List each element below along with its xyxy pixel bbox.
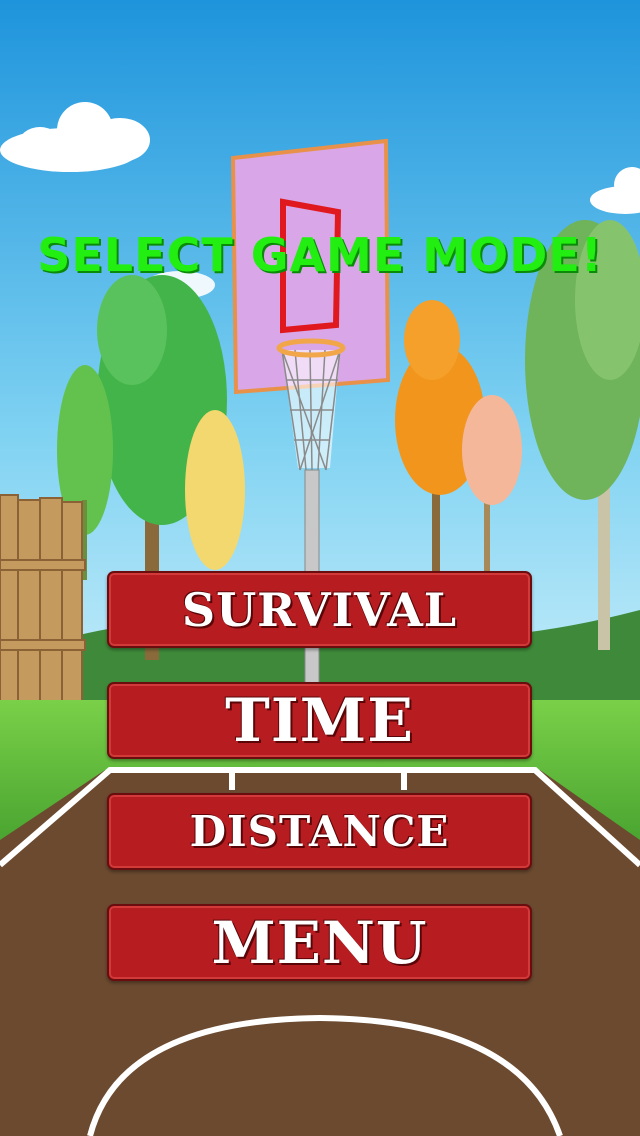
survival-label: SURVIVAL (181, 582, 458, 637)
time-mode-button[interactable]: TIME (107, 682, 532, 759)
wooden-fence (0, 494, 86, 706)
distance-label: DISTANCE (189, 807, 450, 856)
distance-mode-button[interactable]: DISTANCE (107, 793, 532, 870)
menu-button[interactable]: MENU (107, 904, 532, 981)
page-title: SELECT GAME MODE! (37, 228, 603, 282)
survival-mode-button[interactable]: SURVIVAL (107, 571, 532, 648)
menu-label: MENU (211, 908, 428, 977)
time-label: TIME (225, 685, 414, 756)
bush-yellow (185, 410, 245, 570)
game-mode-screen: SELECT GAME MODE! SURVIVAL TIME DISTANCE… (0, 0, 640, 1136)
